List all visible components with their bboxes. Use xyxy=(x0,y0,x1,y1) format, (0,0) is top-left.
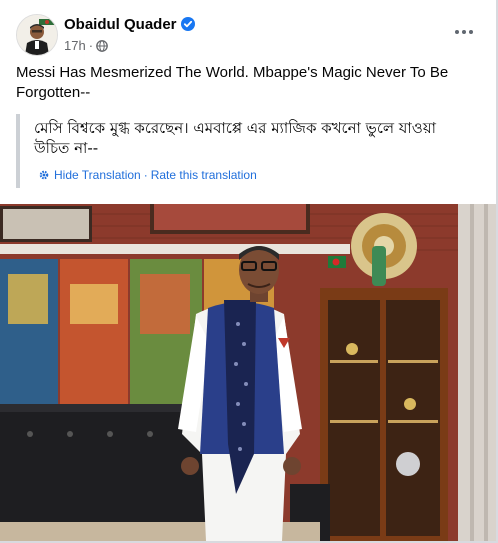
link-separator: · xyxy=(143,168,148,182)
meta-separator: · xyxy=(88,38,94,53)
translation-block: মেসি বিশ্বকে মুগ্ধ করেছেন। এমবাপ্পে এর ম… xyxy=(16,114,476,188)
photo-image xyxy=(0,204,496,541)
post-meta: 17h · xyxy=(64,38,108,55)
more-dot xyxy=(462,30,466,34)
post-photo[interactable] xyxy=(0,204,496,541)
verified-badge-icon xyxy=(180,17,195,35)
rate-translation-link[interactable]: Rate this translation xyxy=(151,168,257,182)
translated-text: মেসি বিশ্বকে মুগ্ধ করেছেন। এমবাপ্পে এর ম… xyxy=(34,119,437,157)
more-options-button[interactable] xyxy=(448,20,480,44)
avatar[interactable] xyxy=(16,14,58,56)
post-header: Obaidul Quader 17h · xyxy=(16,14,480,56)
more-dot xyxy=(469,30,473,34)
avatar-image xyxy=(17,15,57,55)
more-dot xyxy=(455,30,459,34)
translation-links: Hide Translation · Rate this translation xyxy=(38,168,257,184)
author-name-text[interactable]: Obaidul Quader xyxy=(64,16,177,33)
facebook-post: Obaidul Quader 17h · Messi Has Mesmerized… xyxy=(0,0,498,543)
author-name[interactable]: Obaidul Quader xyxy=(64,16,195,35)
globe-icon[interactable] xyxy=(96,40,108,55)
gear-icon[interactable] xyxy=(38,169,50,184)
post-caption: Messi Has Mesmerized The World. Mbappe's… xyxy=(16,64,449,101)
post-timestamp[interactable]: 17h xyxy=(64,38,86,53)
hide-translation-link[interactable]: Hide Translation xyxy=(54,168,141,182)
